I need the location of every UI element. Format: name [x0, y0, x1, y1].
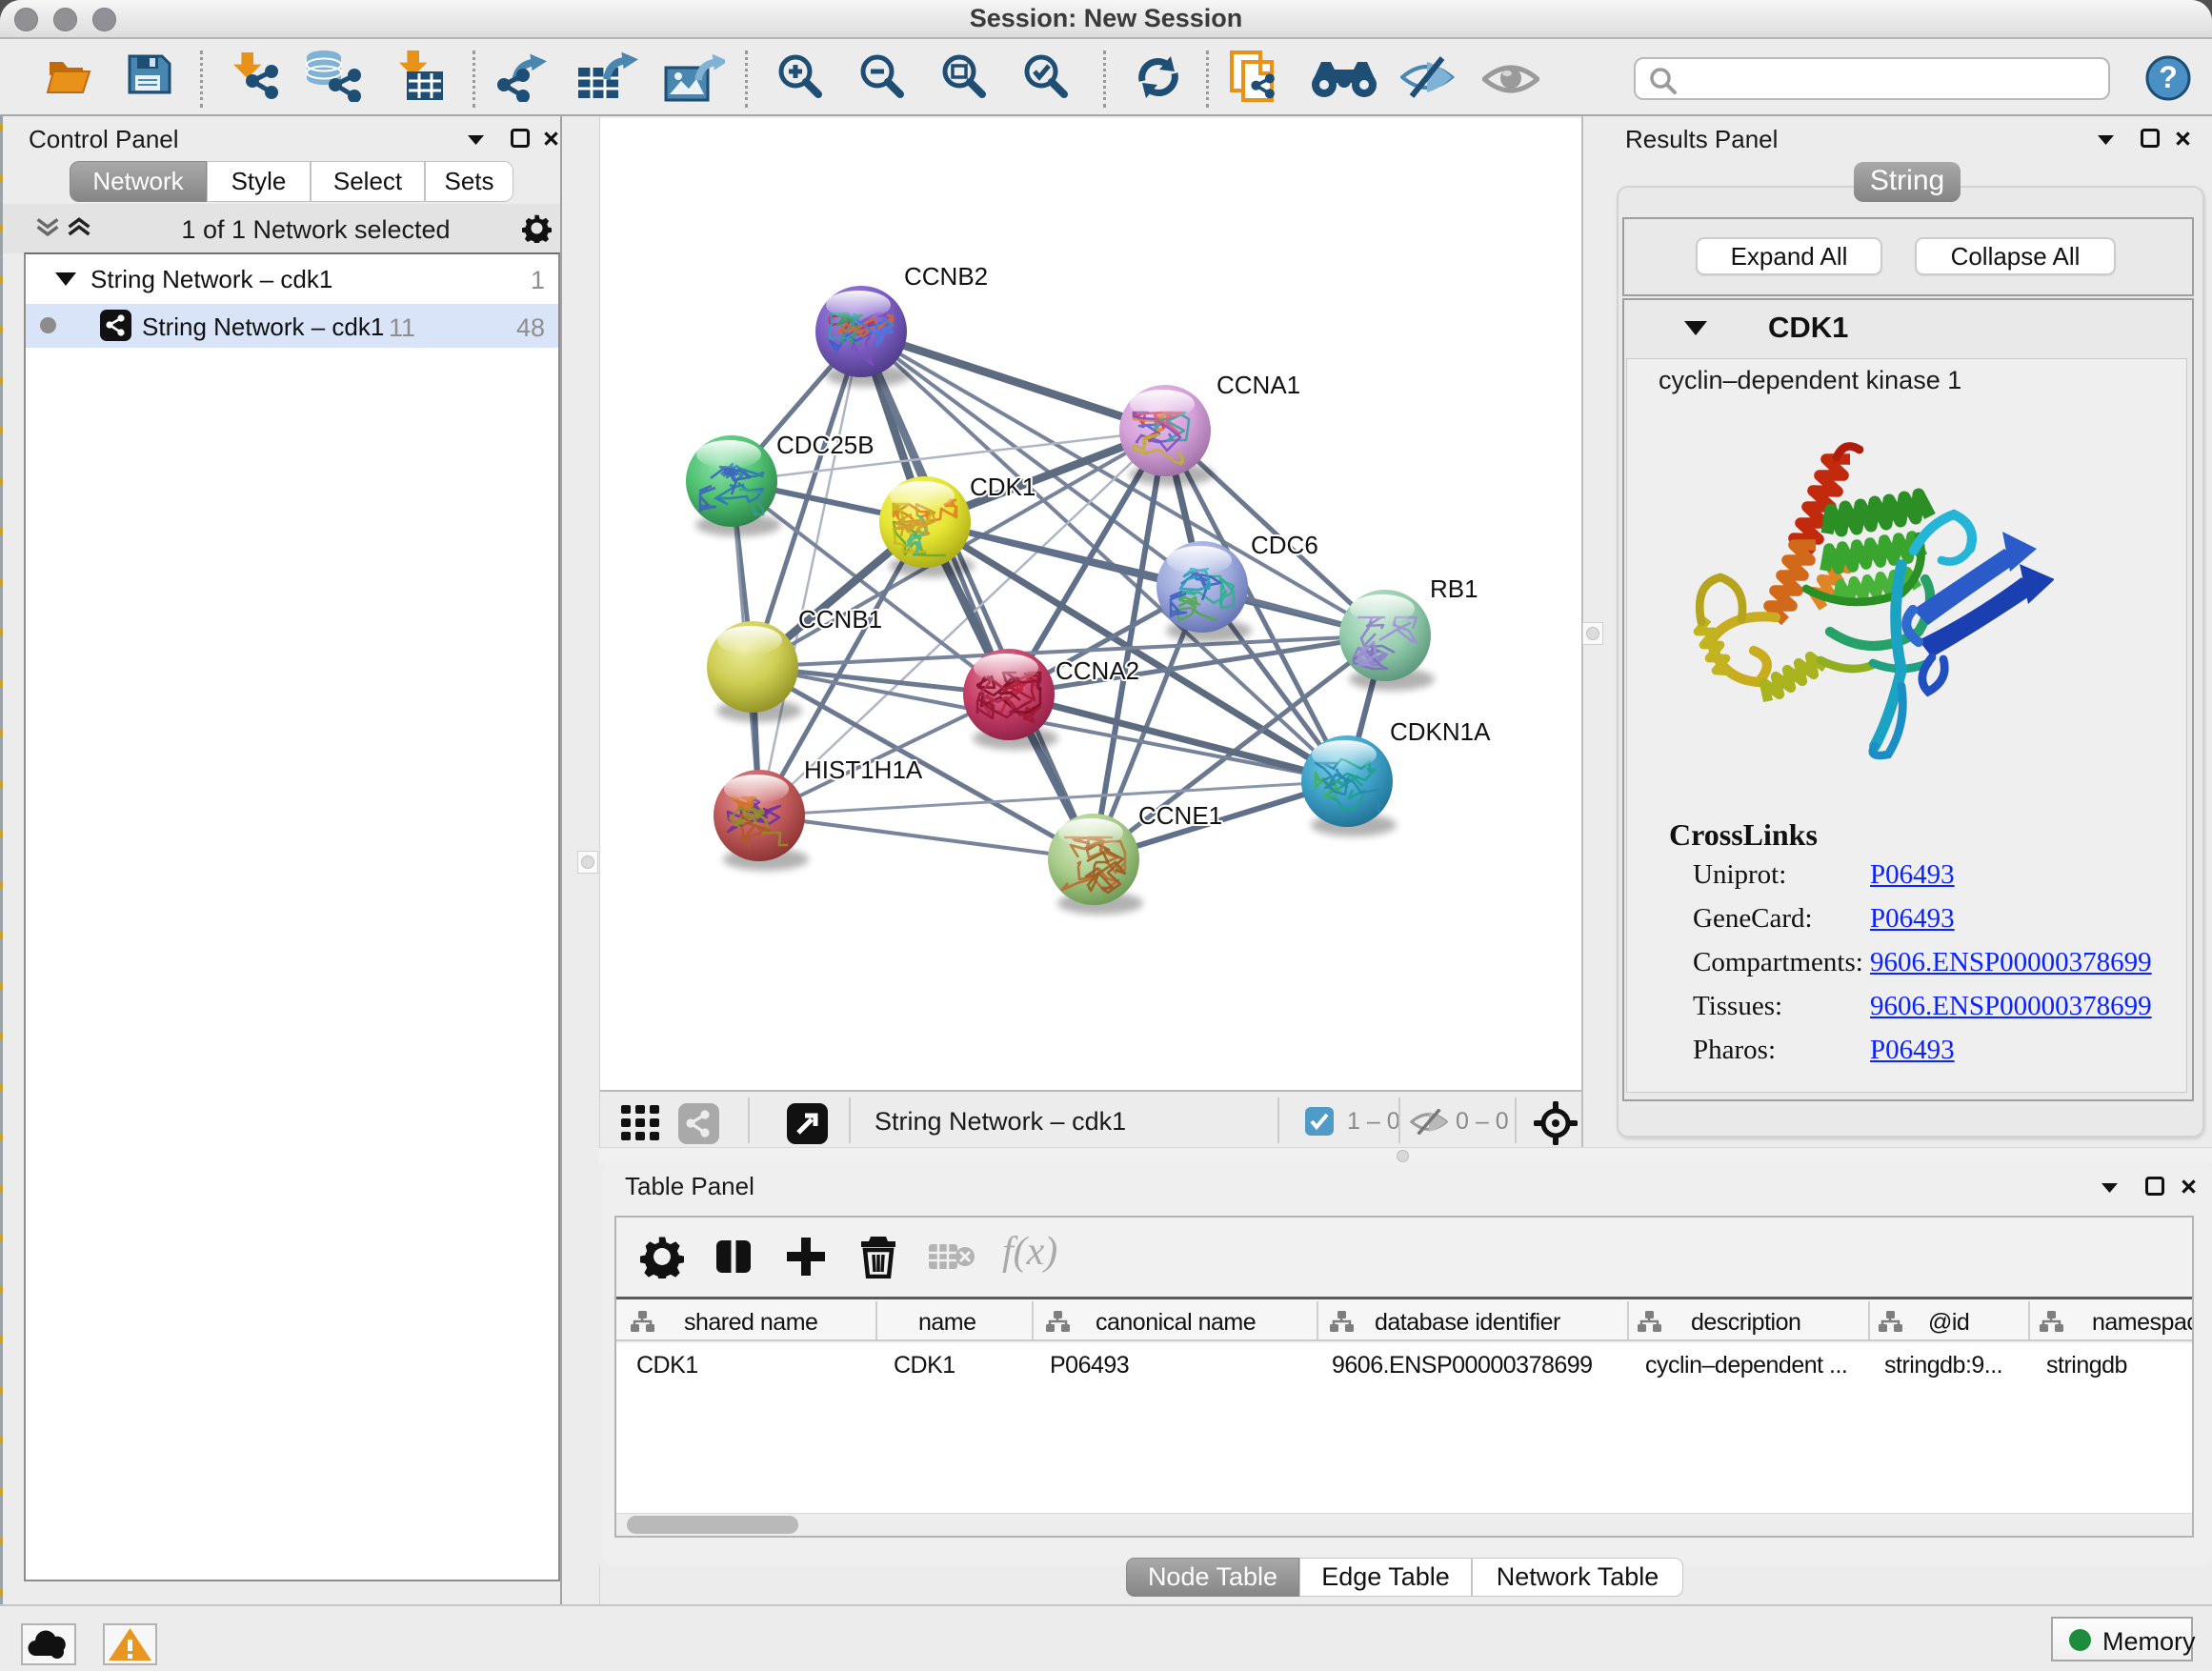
svg-text:?: ?: [2159, 60, 2178, 94]
svg-text:CDKN1A: CDKN1A: [1390, 717, 1491, 746]
svg-text:CCNA1: CCNA1: [1217, 371, 1300, 399]
svg-text:CDC25B: CDC25B: [776, 431, 875, 459]
svg-text:CCNB2: CCNB2: [904, 262, 988, 291]
svg-text:CDC6: CDC6: [1251, 531, 1318, 559]
svg-text:CCNB1: CCNB1: [798, 605, 882, 634]
svg-text:RB1: RB1: [1430, 574, 1478, 603]
svg-text:CCNA2: CCNA2: [1056, 656, 1139, 685]
svg-text:CDK1: CDK1: [970, 473, 1036, 501]
svg-text:CCNE1: CCNE1: [1138, 801, 1222, 830]
svg-text:HIST1H1A: HIST1H1A: [804, 755, 923, 784]
